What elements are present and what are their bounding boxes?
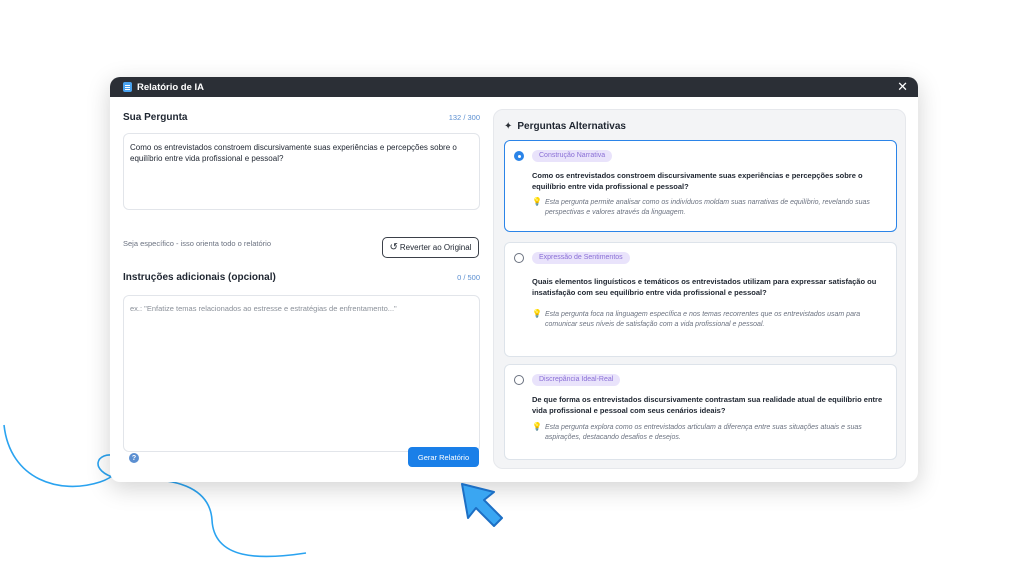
alternative-note: 💡 Esta pergunta permite analisar como os…	[532, 197, 870, 216]
radio-selected[interactable]	[514, 151, 524, 161]
alternatives-header: ✦ Perguntas Alternativas	[504, 121, 626, 132]
sparkle-icon: ✦	[504, 121, 513, 132]
help-icon[interactable]: ?	[129, 453, 139, 463]
question-title: Sua Pergunta	[123, 112, 188, 123]
revert-button[interactable]: ↺ Reverter ao Original	[382, 237, 479, 258]
arrow-cursor-icon	[461, 483, 503, 527]
stage: Relatório de IA ✕ Sua Pergunta 132 / 300…	[0, 0, 1025, 576]
alternative-card-1[interactable]: Construção Narrativa Como os entrevistad…	[504, 140, 897, 232]
alternative-question: Como os entrevistados constroem discursi…	[532, 171, 863, 191]
question-hint: Seja específico - isso orienta todo o re…	[123, 239, 271, 248]
document-icon	[123, 82, 132, 92]
alternative-note: 💡 Esta pergunta explora como os entrevis…	[532, 422, 862, 441]
instructions-header: Instruções adicionais (opcional) 0 / 500	[123, 272, 480, 283]
revert-label: Reverter ao Original	[399, 243, 472, 252]
alternative-tag: Construção Narrativa	[532, 150, 613, 162]
alternative-note: 💡 Esta pergunta foca na linguagem especí…	[532, 309, 861, 328]
alternative-question: De que forma os entrevistados discursiva…	[532, 395, 883, 415]
alternative-question: Quais elementos linguísticos e temáticos…	[532, 277, 877, 297]
alternatives-panel: ✦ Perguntas Alternativas Construção Narr…	[493, 109, 906, 469]
close-icon[interactable]: ✕	[897, 77, 908, 97]
alternative-tag: Discrepância Ideal-Real	[532, 374, 621, 386]
left-panel: Sua Pergunta 132 / 300 Como os entrevist…	[123, 97, 480, 482]
lightbulb-icon: 💡	[532, 422, 542, 431]
question-header: Sua Pergunta 132 / 300	[123, 112, 480, 123]
instructions-counter: 0 / 500	[457, 273, 480, 282]
alternative-tag: Expressão de Sentimentos	[532, 252, 630, 264]
alternative-card-3[interactable]: Discrepância Ideal-Real De que forma os …	[504, 364, 897, 460]
lightbulb-icon: 💡	[532, 197, 542, 206]
question-counter: 132 / 300	[448, 113, 480, 122]
instructions-title: Instruções adicionais (opcional)	[123, 272, 276, 283]
alternatives-title: Perguntas Alternativas	[517, 121, 626, 132]
report-dialog: Relatório de IA ✕ Sua Pergunta 132 / 300…	[110, 77, 918, 482]
generate-report-button[interactable]: Gerar Relatório	[408, 447, 479, 467]
lightbulb-icon: 💡	[532, 309, 542, 318]
alternative-card-2[interactable]: Expressão de Sentimentos Quais elementos…	[504, 242, 897, 357]
question-input[interactable]: Como os entrevistados constroem discursi…	[123, 133, 480, 210]
undo-icon: ↺	[389, 242, 398, 253]
titlebar: Relatório de IA ✕	[110, 77, 918, 97]
radio-unselected[interactable]	[514, 375, 524, 385]
radio-unselected[interactable]	[514, 253, 524, 263]
window-title: Relatório de IA	[137, 81, 205, 93]
instructions-input[interactable]: ex.: "Enfatize temas relacionados ao est…	[123, 295, 480, 452]
